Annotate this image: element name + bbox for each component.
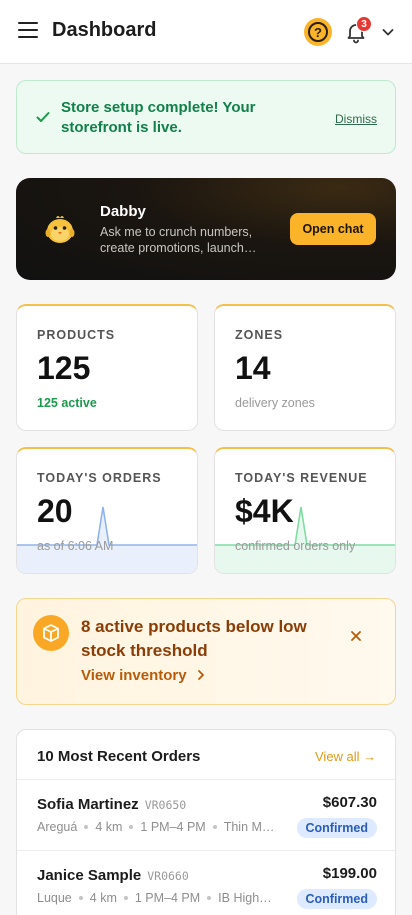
- status-badge: Confirmed: [296, 889, 377, 909]
- order-city: Areguá: [37, 820, 78, 834]
- stat-subtext: delivery zones: [235, 396, 315, 410]
- chevron-right-icon: [197, 670, 204, 680]
- stat-value: 14: [235, 350, 271, 386]
- assistant-card: Dabby Ask me to crunch numbers, create p…: [16, 178, 396, 280]
- stat-value: $4K: [235, 493, 294, 529]
- status-badge: Confirmed: [296, 818, 377, 838]
- chick-icon: [45, 216, 75, 243]
- stat-value: 125: [37, 350, 91, 386]
- stat-label: PRODUCTS: [37, 328, 116, 342]
- customer-name: Janice Sample: [37, 867, 142, 884]
- assistant-description: Ask me to crunch numbers, create promoti…: [100, 225, 257, 255]
- close-icon[interactable]: [349, 629, 363, 643]
- recent-orders-title: 10 Most Recent Orders: [37, 748, 201, 765]
- order-row[interactable]: Janice Sample VR0660 Luque 4 km 1 PM–4 PM IB…: [17, 850, 395, 915]
- low-stock-alert: 8 active products below low stock thresh…: [16, 598, 396, 705]
- todays-revenue-stat-card[interactable]: TODAY'S REVENUE $4K confirmed orders onl…: [214, 447, 396, 574]
- setup-complete-banner: Store setup complete! Your storefront is…: [16, 80, 396, 154]
- stat-label: ZONES: [235, 328, 284, 342]
- order-meta: Luque 4 km 1 PM–4 PM IB High …: [37, 891, 275, 905]
- dismiss-link[interactable]: Dismiss: [335, 112, 377, 126]
- order-product: Thin Mi…: [223, 820, 275, 834]
- stat-label: TODAY'S REVENUE: [235, 471, 368, 485]
- order-city: Luque: [37, 891, 72, 905]
- order-customer: Sofia Martinez VR0650: [37, 796, 186, 813]
- view-inventory-label: View inventory: [81, 667, 187, 684]
- zones-stat-card[interactable]: ZONES 14 delivery zones: [214, 304, 396, 431]
- order-window: 1 PM–4 PM: [134, 891, 201, 905]
- todays-orders-stat-card[interactable]: TODAY'S ORDERS 20 as of 6:06 AM: [16, 447, 198, 574]
- order-amount: $199.00: [322, 865, 377, 882]
- order-product: IB High …: [218, 891, 275, 905]
- help-icon[interactable]: ?: [304, 18, 332, 46]
- stat-label: TODAY'S ORDERS: [37, 471, 162, 485]
- menu-icon[interactable]: [18, 22, 38, 40]
- order-id: VR0650: [144, 798, 187, 812]
- customer-name: Sofia Martinez: [37, 796, 139, 813]
- check-icon: [36, 112, 50, 122]
- order-distance: 4 km: [95, 820, 123, 834]
- stat-subtext: confirmed orders only: [235, 539, 356, 553]
- banner-message: Store setup complete! Your storefront is…: [61, 99, 256, 136]
- order-window: 1 PM–4 PM: [140, 820, 206, 834]
- alert-message: 8 active products below low stock thresh…: [81, 617, 307, 660]
- order-row[interactable]: Sofia Martinez VR0650 Areguá 4 km 1 PM–4 PM…: [17, 779, 395, 850]
- assistant-name: Dabby: [100, 203, 146, 220]
- order-meta: Areguá 4 km 1 PM–4 PM Thin Mi…: [37, 820, 275, 834]
- view-all-link[interactable]: View all →: [315, 749, 376, 764]
- view-inventory-link[interactable]: View inventory: [81, 667, 207, 684]
- open-chat-button[interactable]: Open chat: [290, 213, 376, 245]
- order-amount: $607.30: [322, 794, 377, 811]
- page-title: Dashboard: [52, 19, 157, 41]
- order-customer: Janice Sample VR0660: [37, 867, 189, 884]
- top-app-bar: Dashboard ? 3: [0, 0, 412, 64]
- products-stat-card[interactable]: PRODUCTS 125 125 active: [16, 304, 198, 431]
- chevron-down-icon[interactable]: [380, 24, 396, 40]
- recent-orders-card: 10 Most Recent Orders View all → Sofia M…: [16, 729, 396, 915]
- stat-value: 20: [37, 493, 73, 529]
- notification-badge: 3: [356, 16, 372, 32]
- package-icon: [33, 615, 69, 651]
- stat-subtext: 125 active: [37, 396, 97, 410]
- order-distance: 4 km: [89, 891, 117, 905]
- order-id: VR0660: [147, 869, 189, 883]
- stat-subtext: as of 6:06 AM: [37, 539, 114, 553]
